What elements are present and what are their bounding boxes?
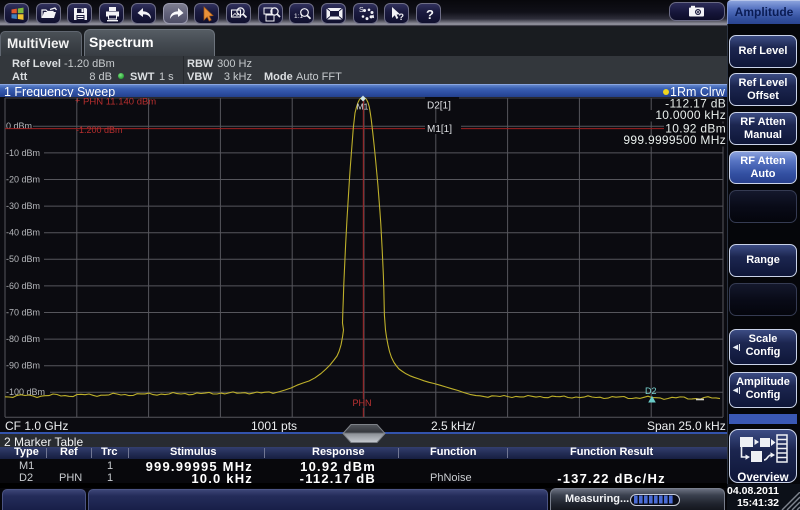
svg-text:1:1: 1:1 — [294, 13, 303, 20]
svg-text:999.9999500 MHz: 999.9999500 MHz — [623, 133, 726, 147]
svg-text:-50 dBm: -50 dBm — [6, 254, 40, 264]
svg-text:-80 dBm: -80 dBm — [6, 334, 40, 344]
svg-text:-10 dBm: -10 dBm — [6, 148, 40, 158]
svg-text:PHN 11.140 dBm: PHN 11.140 dBm — [83, 97, 156, 108]
svg-text:-90 dBm: -90 dBm — [6, 361, 40, 371]
svg-text:0 dBm: 0 dBm — [6, 121, 32, 131]
svg-text:M1[1]: M1[1] — [427, 124, 452, 135]
svg-text:?: ? — [426, 7, 434, 22]
svg-text:-40 dBm: -40 dBm — [6, 228, 40, 238]
svg-text:?: ? — [399, 12, 405, 22]
svg-text:10.0000 kHz: 10.0000 kHz — [655, 108, 726, 122]
svg-text:+: + — [75, 96, 80, 106]
svg-text:M1: M1 — [357, 102, 369, 112]
svg-text:-1.200 dBm: -1.200 dBm — [76, 125, 123, 135]
svg-text:-60 dBm: -60 dBm — [6, 281, 40, 291]
svg-text:D2[1]: D2[1] — [427, 101, 451, 112]
svg-text:-70 dBm: -70 dBm — [6, 307, 40, 317]
svg-text:-20 dBm: -20 dBm — [6, 174, 40, 184]
svg-text:-30 dBm: -30 dBm — [6, 201, 40, 211]
svg-text:D2: D2 — [645, 386, 657, 396]
svg-text:PHN: PHN — [353, 398, 372, 408]
